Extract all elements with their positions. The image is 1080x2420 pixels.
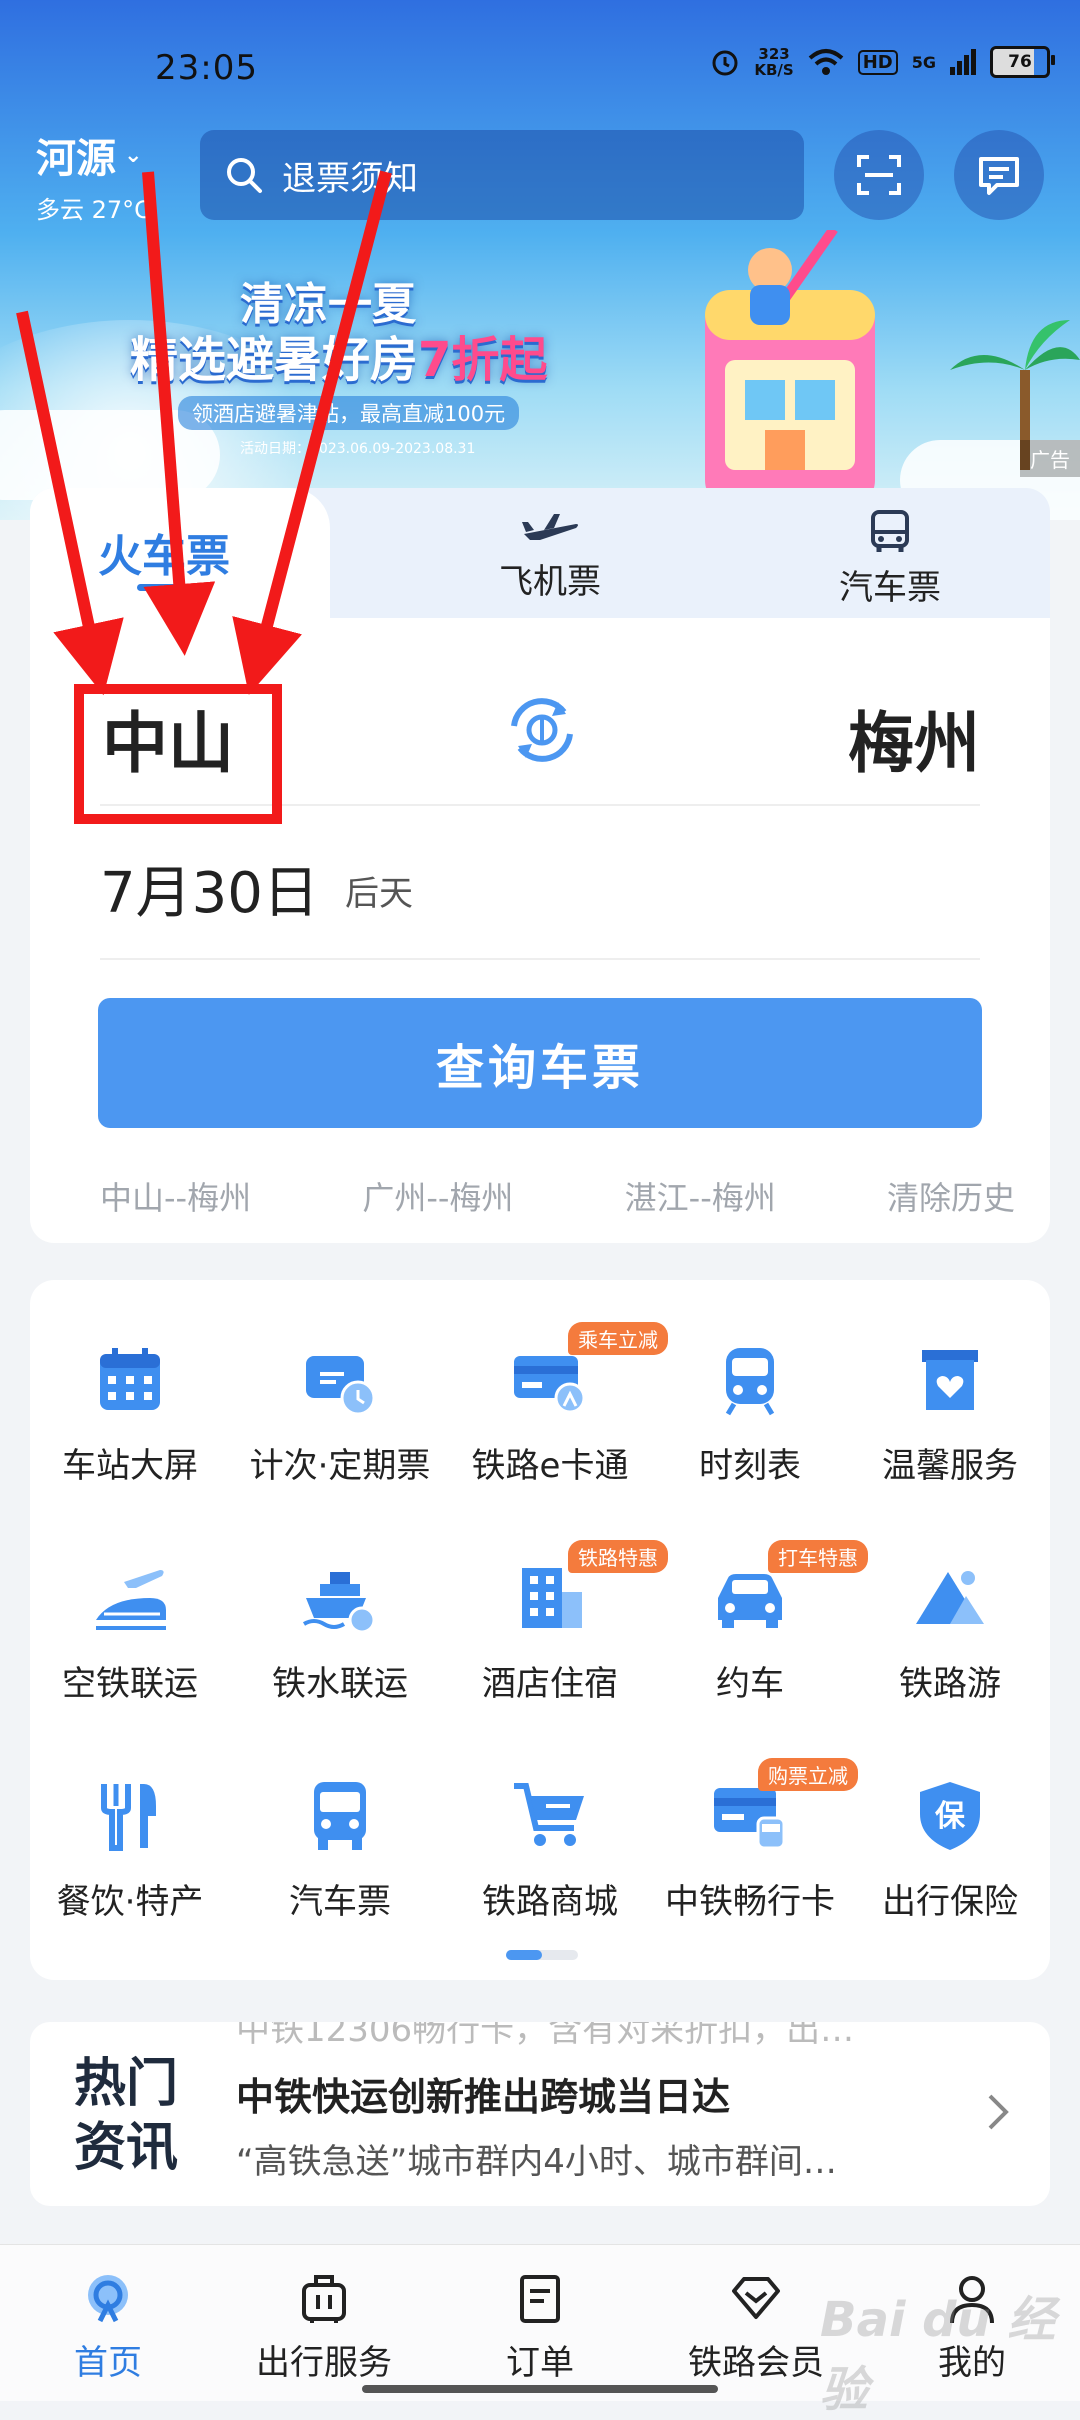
- service-car[interactable]: 打车特惠 约车: [650, 1540, 868, 1705]
- service-label: 出行保险: [882, 1882, 1018, 1922]
- dining-icon: [101, 1784, 156, 1851]
- nav-orders[interactable]: 订单: [450, 2271, 630, 2384]
- nav-label: 出行服务: [256, 2343, 392, 2383]
- nav-label: 订单: [506, 2343, 574, 2383]
- rail-tour-icon: [916, 1571, 984, 1624]
- search-tickets-button[interactable]: 查询车票: [98, 998, 982, 1128]
- service-label: 铁水联运: [272, 1664, 408, 1704]
- history-item[interactable]: 湛江--梅州: [625, 1173, 776, 1219]
- service-badge: 购票立减: [758, 1758, 858, 1791]
- service-dining[interactable]: 餐饮·特产: [30, 1776, 230, 1923]
- service-shop[interactable]: 铁路商城: [450, 1776, 650, 1923]
- news-logo: 热门 资讯: [74, 2052, 178, 2180]
- service-hotel[interactable]: 铁路特惠 酒店住宿: [450, 1540, 668, 1705]
- service-travel-card[interactable]: 购票立减 中铁畅行卡: [640, 1758, 860, 1923]
- service-label: 铁路e卡通: [471, 1446, 629, 1486]
- news-previous-item: 中铁12306畅行卡，含有对采折扣，出…: [236, 2022, 855, 2050]
- news-logo-line: 资讯: [74, 2118, 179, 2178]
- service-label: 餐饮·特产: [56, 1882, 204, 1922]
- service-label: 铁路商城: [482, 1882, 618, 1922]
- nav-label: 铁路会员: [688, 2343, 824, 2383]
- rail-water-icon: [302, 1572, 376, 1634]
- history-item[interactable]: 中山--梅州: [100, 1173, 251, 1219]
- station-screen-icon: [100, 1348, 160, 1410]
- service-bus-ticket[interactable]: 汽车票: [240, 1776, 440, 1923]
- service-timetable[interactable]: 时刻表: [650, 1340, 850, 1487]
- service-air-rail[interactable]: 空铁联运: [30, 1558, 230, 1705]
- service-e-card[interactable]: 乘车立减 铁路e卡通: [450, 1322, 668, 1487]
- service-label: 车站大屏: [62, 1446, 198, 1486]
- air-rail-icon: [96, 1570, 166, 1630]
- service-care[interactable]: 温馨服务: [850, 1340, 1050, 1487]
- home-indicator[interactable]: [362, 2385, 718, 2393]
- news-card[interactable]: 热门 资讯 中铁12306畅行卡，含有对采折扣，出… 中铁快运创新推出跨城当日达…: [30, 2022, 1050, 2206]
- services-grid: 车站大屏 计次·定期票 乘车立减 铁路e卡通 时刻表 温馨服务 空铁联运 铁水联…: [30, 1280, 1050, 1980]
- svg-text:保: 保: [935, 1799, 966, 1834]
- service-rail-tour[interactable]: 铁路游: [850, 1558, 1050, 1705]
- service-label: 计次·定期票: [249, 1446, 431, 1486]
- watermark: Bai du 经验: [820, 2292, 1056, 2418]
- news-logo-line: 热门: [74, 2054, 179, 2114]
- service-label: 铁路游: [899, 1664, 1001, 1704]
- home-icon: [88, 2275, 128, 2323]
- page-indicator: [506, 1950, 578, 1960]
- bus-ticket-icon: [314, 1782, 366, 1850]
- nav-membership[interactable]: 铁路会员: [666, 2271, 846, 2384]
- luggage-icon: [302, 2275, 346, 2323]
- news-title: 中铁快运创新推出跨城当日达: [236, 2075, 731, 2119]
- nav-home[interactable]: 首页: [18, 2271, 198, 2384]
- service-label: 时刻表: [699, 1446, 801, 1486]
- service-rail-water[interactable]: 铁水联运: [240, 1558, 440, 1705]
- service-label: 空铁联运: [62, 1664, 198, 1704]
- period-ticket-icon: [306, 1356, 376, 1416]
- insurance-icon: 保: [920, 1782, 980, 1850]
- service-label: 酒店住宿: [482, 1664, 618, 1704]
- shop-cart-icon: [514, 1783, 584, 1846]
- service-period-ticket[interactable]: 计次·定期票: [230, 1340, 450, 1487]
- diamond-icon: [732, 2277, 780, 2319]
- clear-history-button[interactable]: 清除历史: [887, 1173, 1015, 1219]
- annotation-arrows: [16, 170, 392, 696]
- service-label: 温馨服务: [882, 1446, 1018, 1486]
- chevron-right-icon: [988, 2094, 1009, 2130]
- service-insurance[interactable]: 保 出行保险: [850, 1776, 1050, 1923]
- service-label: 约车: [716, 1664, 784, 1704]
- divider: [100, 958, 980, 960]
- nav-label: 首页: [74, 2343, 142, 2383]
- care-service-icon: [922, 1350, 978, 1410]
- timetable-icon: [725, 1348, 775, 1416]
- service-label: 汽车票: [289, 1882, 391, 1922]
- news-subtitle: “高铁急送”城市群内4小时、城市群间…: [236, 2142, 837, 2182]
- order-icon: [520, 2275, 560, 2323]
- service-label: 中铁畅行卡: [665, 1882, 835, 1922]
- history-item[interactable]: 广州--梅州: [362, 1173, 513, 1219]
- service-station-screen[interactable]: 车站大屏: [30, 1340, 230, 1487]
- nav-travel-services[interactable]: 出行服务: [234, 2271, 414, 2384]
- search-history: 中山--梅州 广州--梅州 湛江--梅州 清除历史: [100, 1173, 1015, 1219]
